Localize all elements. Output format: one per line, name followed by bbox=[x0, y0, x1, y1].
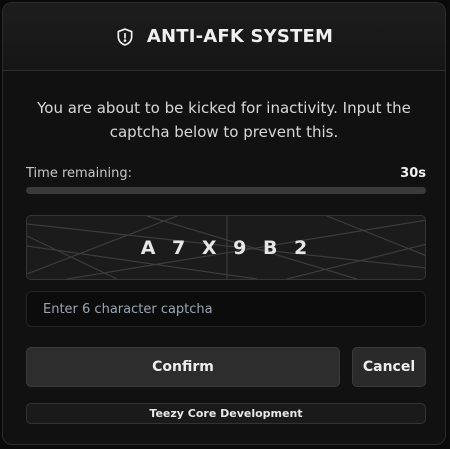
timer-row: Time remaining: 30s bbox=[26, 166, 426, 181]
shield-alert-icon bbox=[115, 27, 135, 47]
dialog-header: ANTI-AFK SYSTEM bbox=[3, 3, 445, 71]
anti-afk-dialog: ANTI-AFK SYSTEM You are about to be kick… bbox=[2, 2, 446, 445]
cancel-button[interactable]: Cancel bbox=[352, 347, 426, 387]
timer-progress-bar bbox=[26, 187, 426, 194]
inactivity-message: You are about to be kicked for inactivit… bbox=[37, 99, 411, 141]
captcha-code: A 7 X 9 B 2 bbox=[140, 236, 312, 259]
timer-label: Time remaining: bbox=[26, 166, 132, 181]
captcha-input[interactable] bbox=[26, 291, 426, 327]
dialog-title: ANTI-AFK SYSTEM bbox=[146, 26, 334, 47]
timer-progress-fill bbox=[26, 187, 426, 194]
captcha-display: A 7 X 9 B 2 bbox=[26, 215, 426, 280]
timer-value: 30s bbox=[400, 166, 426, 181]
footer-credit: Teezy Core Development bbox=[26, 403, 426, 424]
confirm-button[interactable]: Confirm bbox=[26, 347, 340, 387]
